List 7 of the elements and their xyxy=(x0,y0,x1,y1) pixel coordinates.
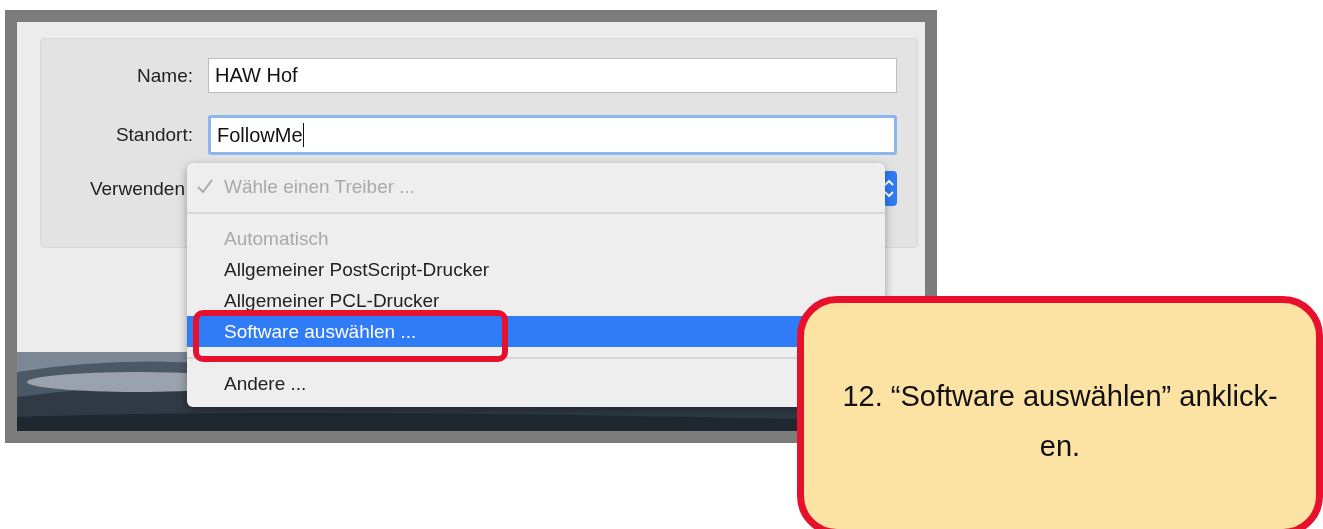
field-label: Verwenden xyxy=(89,177,185,200)
menu-item[interactable]: Allgemeiner PostScript-Drucker xyxy=(187,254,885,285)
field-label: Standort: xyxy=(115,124,193,146)
input-field[interactable]: HAW Hof xyxy=(208,58,897,93)
callout-text: 12. “Software auswählen” anklick- en. xyxy=(842,379,1278,464)
field-label: Name: xyxy=(137,64,193,87)
input-field[interactable]: FollowMe xyxy=(208,115,897,155)
